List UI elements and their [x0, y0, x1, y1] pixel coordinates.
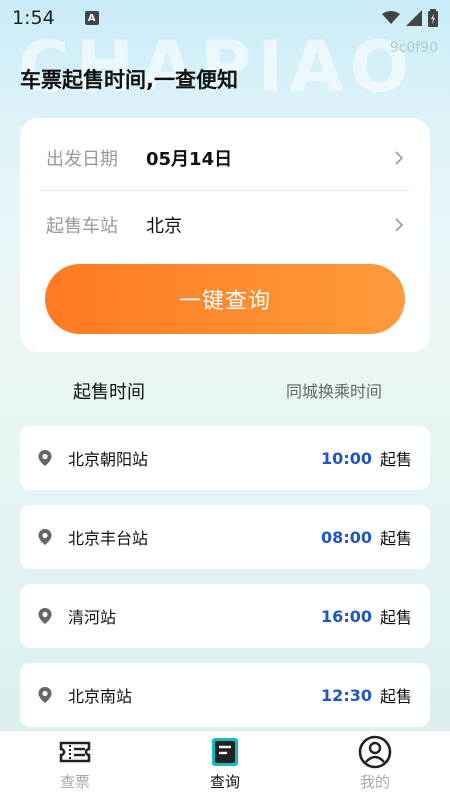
list-item[interactable]: 北京南站 12:30 起售	[20, 663, 430, 727]
station-name: 北京朝阳站	[68, 450, 149, 469]
sale-station-value: 北京	[146, 216, 182, 237]
result-tabs: 起售时间 同城换乘时间	[0, 372, 450, 408]
sale-station-label: 起售车站	[46, 216, 118, 237]
list-item[interactable]: 北京丰台站 08:00 起售	[20, 505, 430, 569]
location-pin-icon	[38, 687, 52, 703]
station-name: 北京丰台站	[68, 529, 149, 548]
sale-time: 10:00	[321, 448, 372, 468]
page-title: 车票起售时间,一查便知	[20, 68, 238, 92]
sale-suffix: 起售	[379, 450, 412, 469]
ticket-icon	[59, 741, 91, 763]
sale-time: 08:00	[321, 527, 372, 547]
nav-label-ticket: 查票	[59, 773, 90, 791]
query-icon	[212, 738, 238, 766]
query-card: 出发日期 05月14日 起售车站 北京 一键查询	[20, 118, 430, 352]
nav-item-profile[interactable]: 我的	[300, 731, 450, 800]
sale-suffix: 起售	[379, 608, 412, 627]
chevron-right-icon	[395, 218, 404, 232]
station-name: 清河站	[68, 608, 117, 627]
bottom-nav: 查票 查询 我的	[0, 730, 450, 800]
sale-time: 12:30	[321, 685, 372, 705]
tab-sale-time[interactable]: 起售时间	[73, 378, 145, 404]
nav-label-query: 查询	[209, 773, 240, 791]
nav-item-ticket[interactable]: 查票	[0, 731, 150, 800]
tab-transfer-time[interactable]: 同城换乘时间	[286, 378, 382, 402]
sale-suffix: 起售	[379, 529, 412, 548]
chevron-right-icon	[395, 150, 404, 165]
status-indicators	[382, 9, 438, 27]
station-name: 北京南站	[68, 687, 133, 706]
location-pin-icon	[38, 608, 52, 624]
battery-icon	[428, 9, 438, 27]
nav-item-query[interactable]: 查询	[150, 731, 300, 800]
sale-time: 16:00	[321, 606, 372, 626]
sale-station-row[interactable]: 起售车站 北京	[40, 192, 410, 258]
location-pin-icon	[38, 529, 52, 545]
wifi-icon	[382, 11, 400, 24]
departure-date-value: 05月14日	[146, 148, 233, 170]
accessibility-badge-icon: A	[84, 11, 99, 25]
departure-date-label: 出发日期	[46, 148, 118, 170]
list-item[interactable]: 清河站 16:00 起售	[20, 584, 430, 648]
nav-label-profile: 我的	[359, 773, 390, 791]
departure-date-row[interactable]: 出发日期 05月14日	[40, 125, 410, 191]
profile-icon	[358, 735, 392, 769]
sale-suffix: 起售	[379, 687, 412, 706]
corner-code: 9c0f90	[389, 40, 438, 56]
location-pin-icon	[38, 450, 52, 466]
list-item[interactable]: 北京朝阳站 10:00 起售	[20, 426, 430, 490]
one-click-query-button[interactable]: 一键查询	[45, 264, 405, 334]
signal-icon	[406, 10, 422, 26]
